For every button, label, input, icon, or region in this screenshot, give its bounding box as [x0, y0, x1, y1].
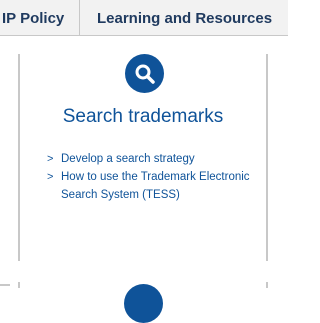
- next-card-right-edge: [266, 282, 268, 288]
- divider: [0, 284, 10, 286]
- search-icon: [135, 64, 155, 84]
- how-to-use-tess-link[interactable]: How to use the Trademark Electronic Sear…: [61, 171, 250, 201]
- search-icon-circle[interactable]: [125, 54, 164, 93]
- card-link-list: > Develop a search strategy > How to use…: [46, 150, 261, 204]
- next-card-left-edge: [18, 282, 20, 288]
- list-item: > Develop a search strategy: [46, 150, 261, 168]
- chevron-right-icon: >: [47, 153, 54, 165]
- nav-item-label: IP Policy: [2, 9, 65, 27]
- develop-search-strategy-link[interactable]: Develop a search strategy: [61, 153, 195, 165]
- top-nav: IP Policy Learning and Resources: [0, 0, 288, 36]
- nav-item-learning-and-resources[interactable]: Learning and Resources: [80, 0, 288, 36]
- list-item: > How to use the Trademark Electronic Se…: [46, 168, 261, 204]
- chevron-right-icon: >: [47, 171, 54, 183]
- nav-item-label: Learning and Resources: [97, 9, 273, 27]
- nav-item-ip-policy[interactable]: IP Policy: [0, 0, 80, 36]
- search-trademarks-card: Search trademarks > Develop a search str…: [18, 54, 268, 261]
- card-title[interactable]: Search trademarks: [20, 106, 266, 128]
- next-card-icon-circle[interactable]: [124, 284, 163, 323]
